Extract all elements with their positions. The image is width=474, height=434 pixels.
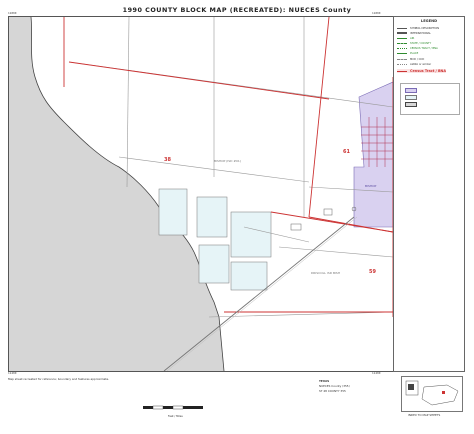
- legend-row: AIR: [397, 36, 414, 40]
- footer-disclaimer: Map sheet recreated for reference; bound…: [8, 377, 110, 381]
- corner-top-right: 11890: [372, 11, 381, 15]
- industrial-area-5: [230, 261, 268, 291]
- building-2: [290, 223, 302, 231]
- legend-row: SYMBOL DESCRIPTION: [397, 26, 439, 30]
- tract-label-59: 59: [369, 269, 376, 275]
- town-label: BISHOP: [365, 184, 376, 188]
- industrial-area-4: [198, 244, 230, 284]
- footer: Map sheet recreated for reference; bound…: [8, 376, 463, 426]
- legend-row: STATE / COUNTY: [397, 41, 431, 45]
- legend-panel: LEGEND SYMBOL DESCRIPTION INTERNATIONAL …: [393, 16, 465, 372]
- map-frame[interactable]: 38 61 59 BISHOP (ISD #01) DRISCOLL ISD B…: [8, 16, 394, 372]
- building-1: [323, 208, 333, 216]
- industrial-area-3: [230, 211, 272, 258]
- corner-bottom-right: 11490: [372, 371, 381, 375]
- area-name-label: DRISCOLL ISD BISH: [311, 271, 340, 275]
- map-canvas[interactable]: 38 61 59 BISHOP (ISD #01) DRISCOLL ISD B…: [9, 17, 393, 371]
- corner-top-left: 11890: [8, 11, 17, 15]
- tract-label-38: 38: [164, 157, 171, 163]
- water-area: [9, 17, 224, 371]
- legend-row: PLACE: [397, 51, 418, 55]
- industrial-area-1: [158, 188, 188, 236]
- scale-label: Feet / Miles: [168, 415, 183, 418]
- legend-highlight: Census Tract / BNA: [397, 69, 447, 73]
- place-name-label: BISHOP (ISD #01): [214, 159, 241, 163]
- legend-symbols-box: [400, 83, 460, 115]
- index-inset: [401, 376, 463, 412]
- legend-row: CENSUS TRACT / BNA: [397, 46, 438, 50]
- footer-sheet: NUECES County (355): [319, 384, 350, 388]
- index-caption: INDEX TO MAP SHEETS: [408, 413, 441, 417]
- map-title: 1990 COUNTY BLOCK MAP (RECREATED): NUECE…: [122, 6, 352, 14]
- footer-sheet-id: ST 48 COUNTY 355: [319, 389, 346, 393]
- legend-row: MCD / CCD: [397, 57, 424, 61]
- industrial-area-2: [196, 196, 228, 238]
- footer-state: TEXAS: [319, 379, 330, 383]
- place-area: [353, 81, 393, 228]
- tract-label-61: 61: [343, 149, 350, 155]
- corner-bottom-left: 11490: [8, 371, 17, 375]
- scale-bar: [143, 405, 203, 410]
- legend-row: INTERNATIONAL: [397, 31, 431, 35]
- legend-row: AIANA or similar: [397, 62, 431, 66]
- legend-heading: LEGEND: [420, 19, 438, 23]
